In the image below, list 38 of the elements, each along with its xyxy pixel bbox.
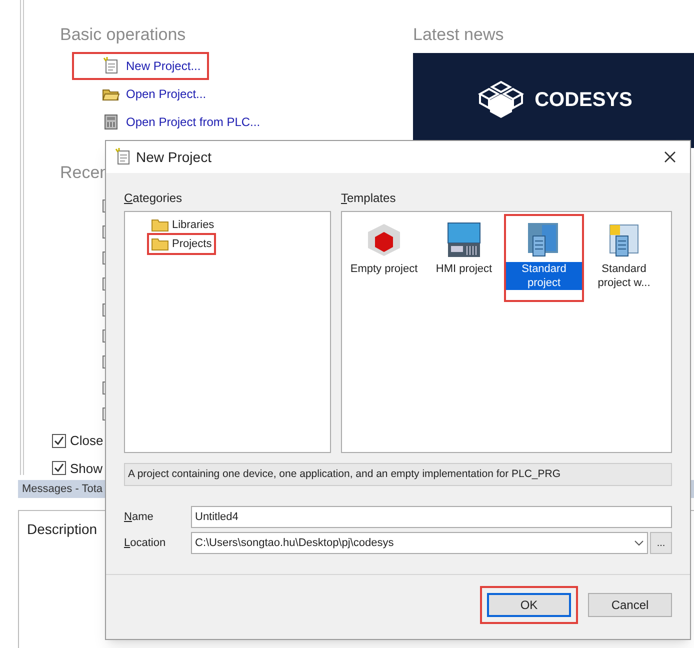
field-label: Templates: [341, 190, 397, 207]
panel-title: Description: [27, 521, 98, 537]
tree-item[interactable]: Libraries: [149, 216, 216, 234]
checkbox[interactable]: [52, 461, 66, 476]
document-icon: [114, 148, 132, 166]
template-description: A project containing one device, one application, and an empty implementation for PLC_PRG: [124, 463, 672, 486]
section-heading: Latest news: [413, 24, 505, 46]
section-heading: Basic operations: [60, 24, 187, 46]
folder-icon: [151, 236, 169, 251]
close-icon: [664, 151, 676, 163]
controller-icon: [102, 112, 120, 130]
field-label: Categories: [124, 190, 184, 207]
checkbox[interactable]: [52, 434, 66, 448]
template-item[interactable]: Standard project w...: [586, 216, 662, 300]
location-dropdown[interactable]: C:\Users\songtao.hu\Desktop\pj\codesys: [191, 532, 648, 554]
checkbox-label: Show: [70, 460, 103, 478]
template-item[interactable]: Standard project: [506, 216, 582, 300]
banner-logo-text: CODESYS: [534, 88, 632, 113]
template-item[interactable]: Empty project: [346, 216, 422, 286]
dialog-button[interactable]: Cancel: [588, 593, 672, 617]
folder-icon: [151, 218, 169, 232]
tree-item[interactable]: Projects: [149, 234, 214, 253]
chevron-down-icon: [634, 540, 644, 546]
check-icon: [54, 436, 64, 446]
checkbox-label: Close: [70, 432, 104, 450]
dialog-button[interactable]: OK: [487, 593, 571, 617]
link[interactable]: Open Project from PLC...: [74, 110, 266, 134]
field-label: Name: [124, 510, 154, 525]
link[interactable]: Open Project...: [74, 82, 212, 106]
window-title: New Project: [136, 148, 212, 167]
browse-button[interactable]: ...: [650, 532, 672, 554]
link[interactable]: New Project...: [74, 54, 207, 78]
check-icon: [54, 463, 64, 474]
field-label: Location: [124, 536, 167, 551]
screen-icon: [446, 222, 482, 258]
template-item[interactable]: HMI project: [426, 216, 502, 286]
document-icon: [102, 56, 120, 74]
name-field[interactable]: Untitled4: [191, 506, 672, 528]
